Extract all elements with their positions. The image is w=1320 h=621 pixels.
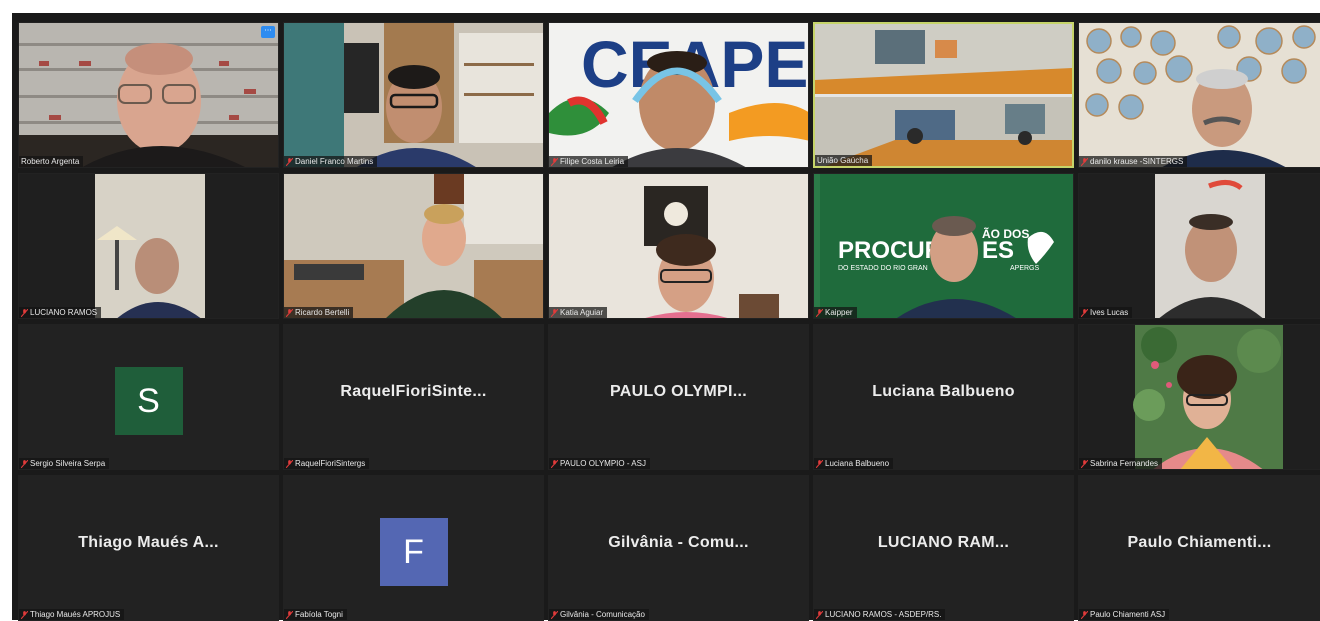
participant-tile-sergio-silveira-serpa[interactable]: S Sergio Silveira Serpa [18, 324, 279, 470]
participant-name-tag: Kaipper [814, 307, 857, 318]
mic-muted-icon [21, 459, 28, 468]
participant-tile-kaipper[interactable]: ÃO DOS PROCUR ES DO ESTADO DO RIO GRAN A… [813, 173, 1074, 319]
participant-name-tag: Ives Lucas [1079, 307, 1133, 318]
participant-name-tag: União Gaúcha [815, 155, 873, 166]
participant-video [284, 23, 543, 167]
participant-grid: ··· Roberto Argenta Daniel Franco Martin… [18, 22, 1320, 621]
mic-muted-icon [1081, 459, 1088, 468]
more-options-button[interactable]: ··· [261, 26, 275, 38]
participant-display-name: Thiago Maués A... [78, 534, 219, 551]
participant-video [19, 174, 278, 318]
video-gallery: ··· Roberto Argenta Daniel Franco Martin… [12, 13, 1320, 621]
participant-display-name: PAULO OLYMPI... [610, 383, 747, 400]
participant-display-name: RaquelFioriSinte... [340, 383, 487, 400]
participant-tile-ricardo-bertelli[interactable]: Ricardo Bertelli [283, 173, 544, 319]
mic-muted-icon [286, 459, 293, 468]
participant-display-name: LUCIANO RAM... [877, 534, 1010, 551]
participant-name-tag: Thiago Maués APROJUS [19, 609, 125, 620]
mic-muted-icon [21, 610, 28, 619]
background-logo-text: DO ESTADO DO RIO GRAN [838, 265, 928, 272]
participant-tile-katia-aguiar[interactable]: Katia Aguiar [548, 173, 809, 319]
participant-name-tag: Luciana Balbueno [814, 458, 894, 469]
mic-muted-icon [1081, 610, 1088, 619]
mic-muted-icon [816, 610, 823, 619]
participant-name-tag: LUCIANO RAMOS - ASDEP/RS. [814, 609, 946, 620]
participant-name-tag: Sabrina Fernandes [1079, 458, 1163, 469]
participant-name-tag: Daniel Franco Martins [284, 156, 378, 167]
mic-muted-icon [551, 459, 558, 468]
participant-video [19, 23, 278, 167]
mic-muted-icon [551, 610, 558, 619]
participant-name-tag: Ricardo Bertelli [284, 307, 354, 318]
participant-video: CEAPE [549, 23, 808, 167]
participant-name-tag: Katia Aguiar [549, 307, 608, 318]
participant-tile-luciano-ramos-asdep[interactable]: LUCIANO RAM... LUCIANO RAMOS - ASDEP/RS. [813, 475, 1074, 621]
participant-name-tag: Gilvânia - Comunicação [549, 609, 649, 620]
participant-name-tag: PAULO OLYMPIO - ASJ [549, 458, 650, 469]
participant-name-tag: RaquelFioriSintergs [284, 458, 370, 469]
mic-muted-icon [286, 157, 293, 166]
mic-muted-icon [1081, 157, 1088, 166]
mic-muted-icon [1081, 308, 1088, 317]
participant-name-tag: Filipe Costa Leiria [549, 156, 629, 167]
participant-avatar: S [114, 367, 183, 435]
participant-video [284, 174, 543, 318]
participant-tile-luciana-balbueno[interactable]: Luciana Balbueno Luciana Balbueno [813, 324, 1074, 470]
participant-video [1079, 325, 1320, 469]
participant-tile-uniao-gaucha[interactable]: União Gaúcha [813, 22, 1074, 168]
participant-tile-raquel-fiori[interactable]: RaquelFioriSinte... RaquelFioriSintergs [283, 324, 544, 470]
participant-name-tag: LUCIANO RAMOS [19, 307, 102, 318]
participant-tile-thiago-maues[interactable]: Thiago Maués A... Thiago Maués APROJUS [18, 475, 279, 621]
participant-tile-gilvania[interactable]: Gilvânia - Comu... Gilvânia - Comunicaçã… [548, 475, 809, 621]
participant-tile-danilo-krause[interactable]: danilo krause -SINTERGS [1078, 22, 1320, 168]
participant-name-tag: Sergio Silveira Serpa [19, 458, 110, 469]
participant-display-name: Gilvânia - Comu... [608, 534, 749, 551]
participant-tile-paulo-chiamenti[interactable]: Paulo Chiamenti... Paulo Chiamenti ASJ [1078, 475, 1320, 621]
participant-video [1079, 174, 1320, 318]
participant-tile-luciano-ramos[interactable]: LUCIANO RAMOS [18, 173, 279, 319]
participant-name-tag: Roberto Argenta [19, 156, 84, 167]
participant-name-tag: Paulo Chiamenti ASJ [1079, 609, 1170, 620]
mic-muted-icon [551, 157, 558, 166]
mic-muted-icon [816, 308, 823, 317]
participant-tile-ives-lucas[interactable]: Ives Lucas [1078, 173, 1320, 319]
participant-display-name: Paulo Chiamenti... [1127, 534, 1272, 551]
participant-tile-sabrina-fernandes[interactable]: Sabrina Fernandes [1078, 324, 1320, 470]
participant-tile-filipe-costa-leiria[interactable]: CEAPE Filipe Costa Leiria [548, 22, 809, 168]
participant-tile-paulo-olympio[interactable]: PAULO OLYMPI... PAULO OLYMPIO - ASJ [548, 324, 809, 470]
mic-muted-icon [286, 610, 293, 619]
participant-video: ÃO DOS PROCUR ES DO ESTADO DO RIO GRAN A… [814, 174, 1073, 318]
mic-muted-icon [286, 308, 293, 317]
participant-tile-fabiola-togni[interactable]: F Fabíola Togni [283, 475, 544, 621]
background-logo-text: APERGS [1010, 265, 1040, 272]
mic-muted-icon [21, 308, 28, 317]
background-logo-text: ES [982, 237, 1014, 264]
participant-tile-roberto-argenta[interactable]: ··· Roberto Argenta [18, 22, 279, 168]
background-logo-text: PROCUR [838, 237, 942, 264]
participant-avatar: F [379, 518, 448, 586]
participant-video [1079, 23, 1320, 167]
participant-tile-daniel-franco-martins[interactable]: Daniel Franco Martins [283, 22, 544, 168]
participant-name-tag: danilo krause -SINTERGS [1079, 156, 1188, 167]
participant-name-tag: Fabíola Togni [284, 609, 347, 620]
mic-muted-icon [816, 459, 823, 468]
mic-muted-icon [551, 308, 558, 317]
participant-video [815, 24, 1072, 166]
participant-video [549, 174, 808, 318]
participant-display-name: Luciana Balbueno [872, 383, 1015, 400]
